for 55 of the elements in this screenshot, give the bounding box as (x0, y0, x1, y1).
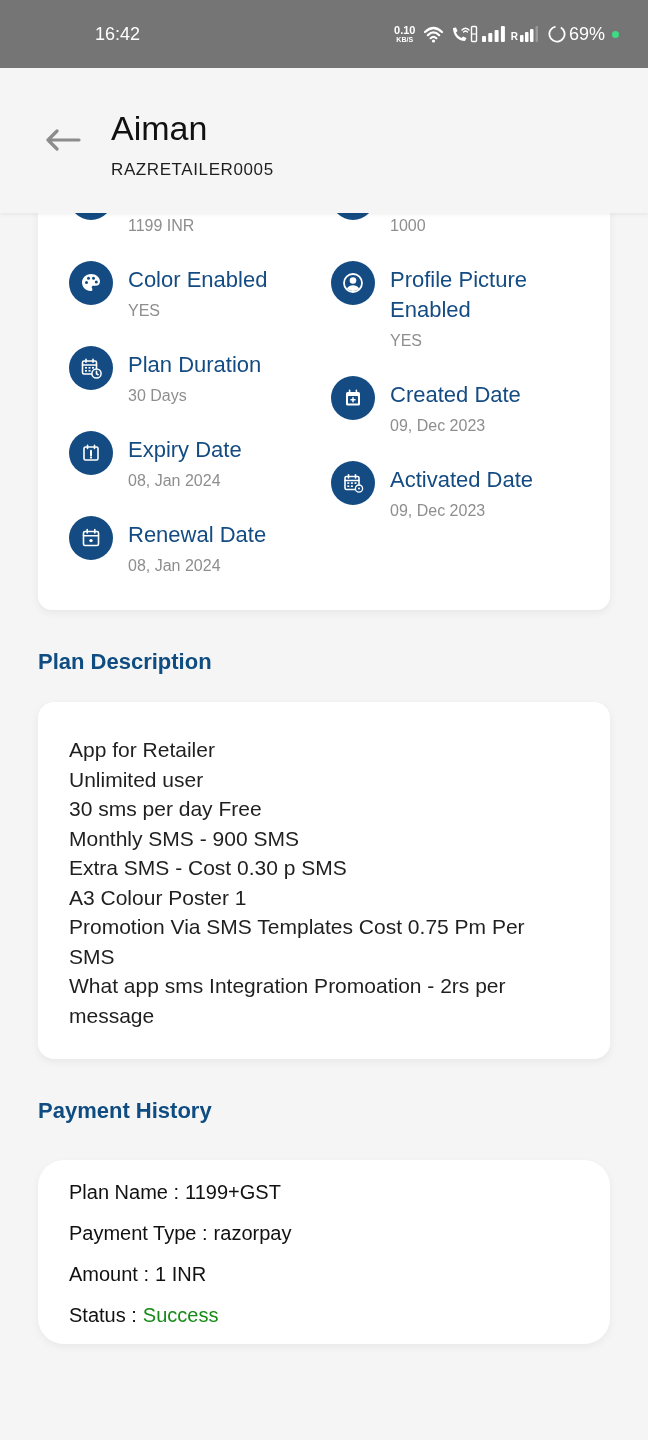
description-line: 30 sms per day Free (69, 796, 263, 822)
calendar-icon (69, 516, 113, 560)
detail-value: 09, Dec 2023 (390, 416, 487, 436)
description-line: Unlimited user (69, 766, 205, 793)
detail-label: Activated Date (390, 466, 534, 494)
detail-value: 08, Jan 2024 (128, 556, 222, 576)
back-button[interactable] (44, 128, 81, 152)
roaming-indicator: R (510, 31, 518, 42)
description-line: Promotion Via SMS Templates Cost 0.75 Pm Per SMS (69, 914, 526, 970)
detail-value: 1000 (390, 216, 426, 236)
indicator-dot-icon (612, 30, 619, 38)
payment-label: Payment Type : (69, 1221, 208, 1246)
detail-label: Expiry Date (128, 436, 242, 464)
description-line: Monthly SMS - 900 SMS (69, 825, 300, 852)
calendar-alert-icon (69, 431, 113, 475)
payment-label: Amount : (69, 1262, 150, 1287)
retailer-name: Aiman (111, 108, 209, 148)
payment-value: 1199+GST (185, 1180, 281, 1205)
signal-bars-icon (481, 26, 505, 42)
detail-value: YES (128, 301, 161, 321)
description-line: App for Retailer (69, 737, 216, 763)
detail-label: Created Date (390, 381, 521, 409)
detail-value: 30 Days (128, 386, 188, 406)
user-circle-icon (331, 261, 375, 305)
detail-label: Renewal Date (128, 521, 267, 549)
status-time: 16:42 (95, 25, 141, 43)
payment-value: razorpay (213, 1221, 292, 1246)
section-heading: Payment History (38, 1097, 213, 1125)
calendar-plus-icon (331, 376, 375, 420)
payment-label: Plan Name : (69, 1180, 180, 1205)
section-heading: Plan Description (38, 648, 213, 676)
battery-percentage: 69% (568, 25, 605, 43)
calendar-clock-icon (69, 346, 113, 390)
description-line: Extra SMS - Cost 0.30 p SMS (69, 855, 348, 881)
back-arrow-icon (44, 129, 81, 151)
detail-value: YES (390, 331, 423, 351)
detail-value: 1199 INR (128, 216, 195, 236)
payment-label: Status : (69, 1303, 137, 1328)
palette-icon (69, 261, 113, 305)
payment-status: Success (142, 1303, 219, 1328)
description-line: A3 Colour Poster 1 (69, 884, 248, 911)
wifi-calling-icon (450, 25, 478, 43)
network-speed-value: 0.10 (394, 24, 416, 36)
detail-label: Plan Duration (128, 351, 262, 379)
detail-value: 09, Dec 2023 (390, 501, 487, 521)
payment-value: 1 INR (155, 1262, 207, 1287)
signal-bars-icon (519, 26, 538, 42)
description-line: What app sms Integration Promoation - 2rs per message (69, 973, 507, 1029)
retailer-code: RAZRETAILER0005 (111, 159, 274, 181)
battery-ring-icon (547, 25, 566, 43)
detail-label: Profile Picture Enabled (390, 266, 528, 324)
detail-value: 08, Jan 2024 (128, 471, 222, 491)
wifi-icon (422, 25, 444, 43)
calendar-grid-icon (331, 461, 375, 505)
detail-label: Color Enabled (128, 266, 268, 294)
